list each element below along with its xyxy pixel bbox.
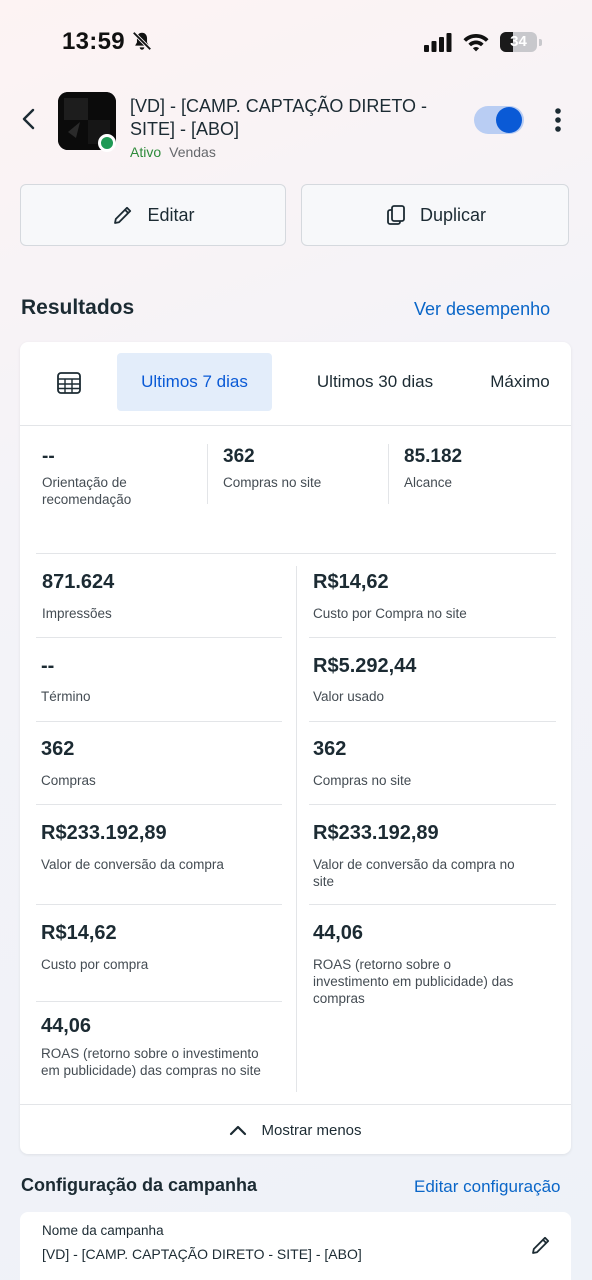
metric-value: 362: [223, 446, 255, 467]
duplicate-button-label: Duplicar: [419, 204, 487, 225]
metric-impressions: 871.624 Impressões: [42, 571, 282, 622]
campaign-title: [VD] - [CAMP. CAPTAÇÃO DIRETO - SITE] - …: [130, 96, 428, 139]
duplicate-icon: [387, 205, 405, 225]
metric-value: R$233.192,89: [41, 822, 167, 844]
metric-value: 44,06: [313, 922, 364, 944]
metric-label: Compras: [41, 773, 96, 788]
edit-config-link[interactable]: Editar configuração: [414, 1177, 560, 1197]
metric-label: Valor usado: [313, 689, 385, 704]
metric-value: R$14,62: [313, 571, 389, 593]
config-title: Configuração da campanha: [21, 1175, 258, 1195]
battery-percent: 34: [510, 33, 527, 50]
metric-site-purchases-2: 362 Compras no site: [313, 738, 553, 789]
campaign-toggle[interactable]: [474, 106, 524, 134]
metric-purchases: 362 Compras: [41, 738, 281, 789]
metric-cost-per-site-purchase: R$14,62 Custo por Compra no site: [313, 571, 553, 622]
metric-label: Término: [41, 689, 91, 704]
tab-maximum[interactable]: Máximo: [480, 353, 560, 411]
view-performance-link[interactable]: Ver desempenho: [414, 299, 550, 320]
tab-last-30-days[interactable]: Ultimos 30 dias: [300, 353, 450, 411]
metric-roas: 44,06 ROAS (retorno sobre o investimento…: [313, 922, 528, 1007]
show-less-label: Mostrar menos: [261, 1121, 362, 1139]
metric-site-purchase-conversion-value: R$233.192,89 Valor de conversão da compr…: [313, 822, 528, 890]
table-icon[interactable]: [56, 370, 82, 396]
metric-label: Custo por compra: [41, 957, 149, 972]
campaign-status-line: Ativo Vendas: [130, 144, 216, 160]
more-options-icon[interactable]: [548, 106, 568, 134]
metric-value: 362: [41, 738, 75, 760]
cellular-signal-icon: [424, 33, 452, 52]
metric-amount-spent: R$5.292,44 Valor usado: [313, 655, 553, 705]
metric-cost-per-purchase: R$14,62 Custo por compra: [41, 922, 281, 973]
metric-site-purchases: 362 Compras no site: [223, 446, 383, 491]
metric-label: Impressões: [42, 606, 112, 621]
show-less-button[interactable]: Mostrar menos: [20, 1106, 571, 1154]
metric-value: --: [41, 655, 55, 677]
campaign-name-label: Nome da campanha: [42, 1223, 164, 1238]
metric-value: R$5.292,44: [313, 655, 417, 677]
metric-site-roas: 44,06 ROAS (retorno sobre o investimento…: [41, 1015, 266, 1079]
metric-label: ROAS (retorno sobre o investimento em pu…: [313, 957, 514, 1006]
metric-recommendation: -- Orientação de recomendação: [42, 446, 202, 508]
wifi-icon: [463, 34, 489, 52]
metric-label: Alcance: [404, 475, 453, 490]
active-status-dot: [98, 134, 116, 152]
campaign-name-value: [VD] - [CAMP. CAPTAÇÃO DIRETO - SITE] - …: [42, 1246, 362, 1262]
duplicate-button[interactable]: Duplicar: [301, 184, 569, 246]
metric-label: Orientação de recomendação: [42, 475, 132, 507]
metric-label: Custo por Compra no site: [313, 606, 467, 621]
metric-value: R$233.192,89: [313, 822, 439, 844]
metric-value: 871.624: [42, 571, 115, 593]
metric-end-date: -- Término: [41, 655, 281, 705]
bell-muted-icon: [132, 31, 152, 51]
edit-name-pencil-icon[interactable]: [529, 1233, 553, 1257]
metric-value: R$14,62: [41, 922, 117, 944]
metric-purchase-conversion-value: R$233.192,89 Valor de conversão da compr…: [41, 822, 281, 873]
metric-value: --: [42, 446, 55, 467]
metric-value: 44,06: [41, 1015, 92, 1037]
pencil-icon: [114, 206, 132, 224]
metric-label: Compras no site: [313, 773, 412, 788]
tab-last-7-days[interactable]: Ultimos 7 dias: [117, 353, 272, 411]
battery-indicator: 34: [500, 32, 542, 52]
metric-value: 85.182: [404, 446, 463, 467]
metric-value: 362: [313, 738, 347, 760]
objective-label: Vendas: [169, 144, 216, 160]
chevron-up-icon: [230, 1125, 247, 1136]
edit-button-label: Editar: [147, 204, 195, 225]
results-title: Resultados: [21, 296, 135, 319]
status-time: 13:59: [62, 28, 125, 55]
toggle-knob: [496, 107, 522, 133]
edit-button[interactable]: Editar: [20, 184, 286, 246]
metric-label: Valor de conversão da compra: [41, 857, 224, 872]
campaign-avatar: [58, 92, 116, 152]
metric-label: Compras no site: [223, 475, 322, 490]
status-label: Ativo: [130, 144, 162, 160]
metric-label: Valor de conversão da compra no site: [313, 857, 515, 889]
date-range-tabs: Ultimos 7 dias Ultimos 30 dias Máximo: [20, 342, 571, 426]
metric-label: ROAS (retorno sobre o investimento em pu…: [41, 1046, 261, 1078]
metric-reach: 85.182 Alcance: [404, 446, 554, 491]
back-arrow-icon[interactable]: [18, 106, 40, 132]
